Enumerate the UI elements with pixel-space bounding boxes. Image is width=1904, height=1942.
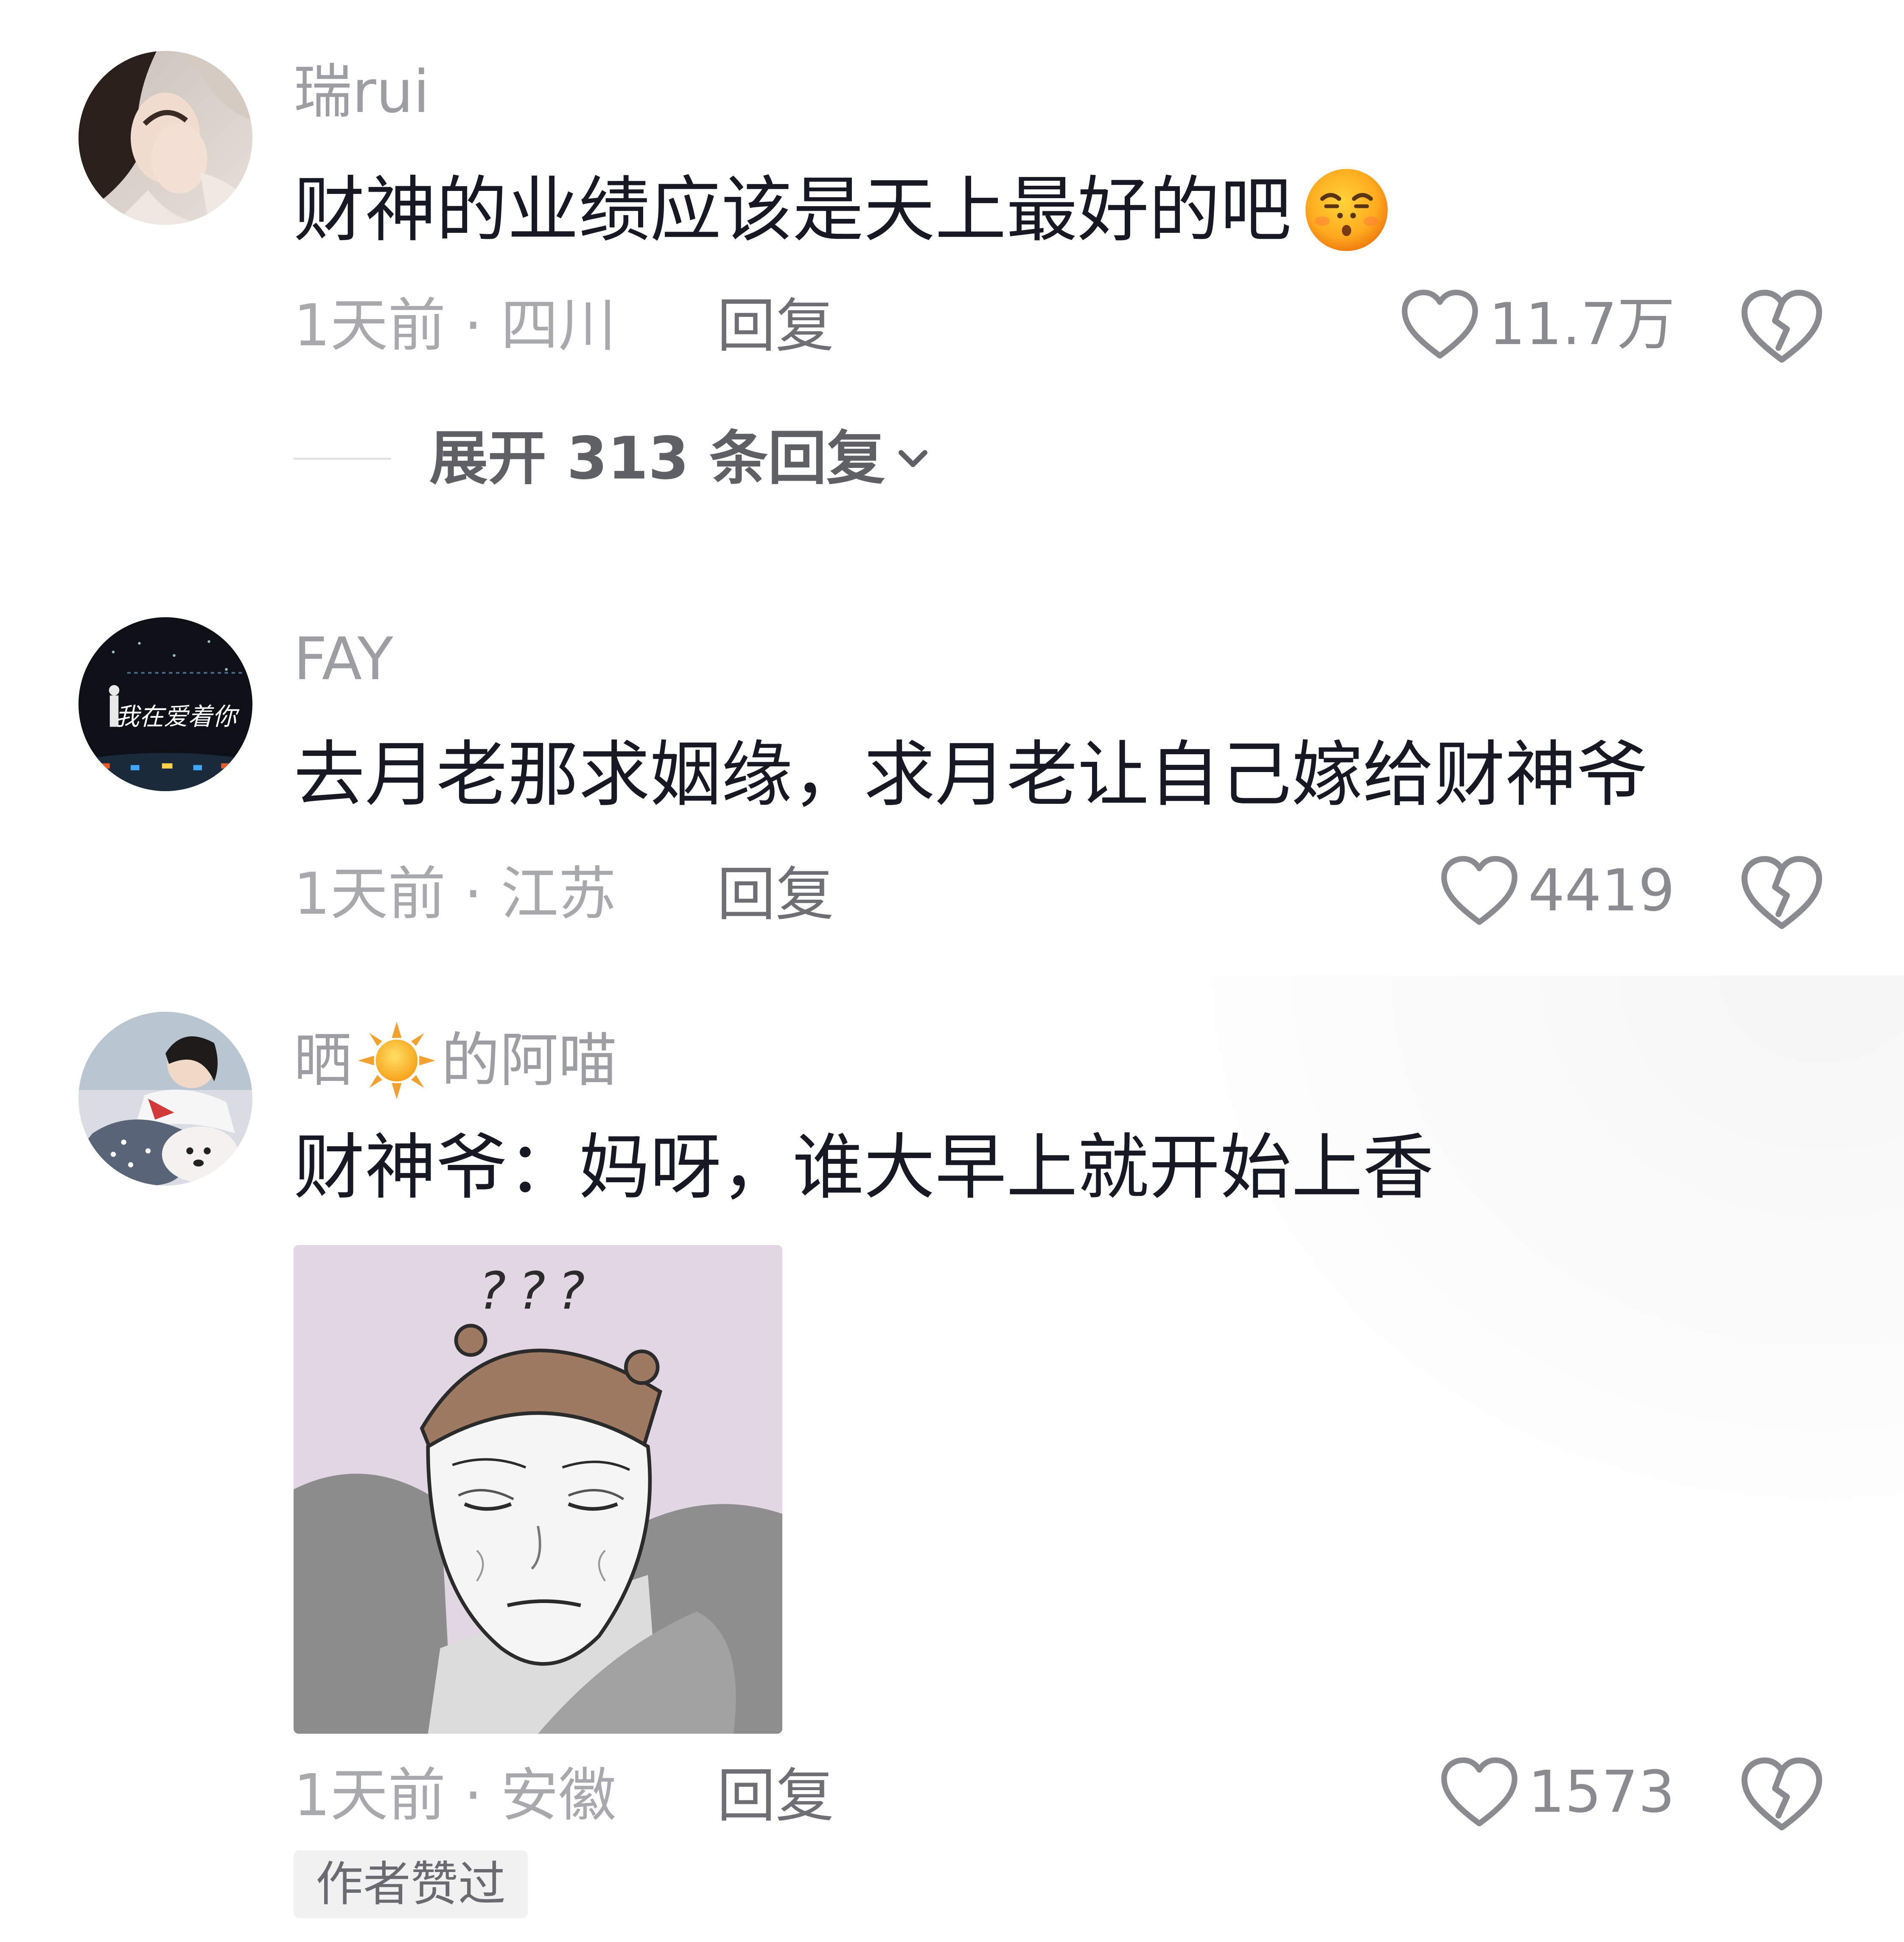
background-shade — [1082, 976, 1904, 1612]
like-count: 1573 — [1528, 1759, 1675, 1826]
username[interactable]: FAY — [294, 630, 393, 688]
username[interactable]: 瑞rui — [294, 63, 430, 121]
like-button[interactable]: 4419 — [1439, 855, 1675, 927]
avatar[interactable] — [78, 1012, 252, 1186]
reply-button[interactable]: 回复 — [717, 297, 834, 355]
comment-meta: 1天前 · 安徽 — [294, 1762, 616, 1829]
dislike-button[interactable] — [1739, 1754, 1824, 1835]
dislike-button[interactable] — [1739, 853, 1824, 933]
username-suffix: 的阿喵 — [441, 1026, 617, 1094]
sticker-question-marks: ??? — [479, 1261, 597, 1321]
author-liked-badge: 作者赞过 — [294, 1850, 528, 1918]
broken-heart-icon — [1742, 856, 1822, 929]
avatar-caption: 我在爱着你 — [115, 702, 240, 731]
avatar[interactable]: 我在爱着你 — [78, 617, 252, 791]
reply-button[interactable]: 回复 — [717, 865, 834, 924]
comment-meta: 1天前 · 江苏 — [294, 861, 616, 928]
heart-outline-icon — [1402, 289, 1478, 359]
comment-body: 去月老那求姻缘，求月老让自己嫁给财神爷 — [294, 733, 1648, 816]
username[interactable]: 晒 的阿喵 — [294, 1020, 617, 1101]
comment-text: 财神的业绩应该是天上最好的吧 — [294, 163, 1393, 257]
expand-replies-label[interactable]: 展开 313 条回复 — [429, 429, 885, 488]
username-prefix: 晒 — [294, 1026, 353, 1094]
like-count: 11.7万 — [1489, 291, 1675, 358]
expand-divider — [294, 457, 391, 460]
reply-button[interactable]: 回复 — [717, 1767, 834, 1825]
like-count: 4419 — [1528, 857, 1675, 924]
chevron-down-icon[interactable] — [892, 437, 934, 480]
heart-outline-icon — [1441, 856, 1518, 925]
avatar[interactable] — [78, 51, 252, 225]
heart-outline-icon — [1441, 1757, 1518, 1827]
comment-body: 财神的业绩应该是天上最好的吧 — [294, 168, 1291, 252]
smirk-face-emoji — [1300, 163, 1393, 257]
like-button[interactable]: 1573 — [1439, 1756, 1675, 1828]
broken-heart-icon — [1742, 1757, 1822, 1830]
sun-emoji — [356, 1020, 437, 1101]
dislike-button[interactable] — [1739, 286, 1824, 367]
expand-replies[interactable]: 展开 313 条回复 — [294, 429, 934, 488]
broken-heart-icon — [1742, 290, 1822, 363]
comment-body: 财神爷：妈呀，谁大早上就开始上香 — [294, 1126, 1434, 1209]
comment-meta: 1天前 · 四川 — [294, 292, 616, 359]
like-button[interactable]: 11.7万 — [1400, 288, 1675, 361]
sticker-image[interactable]: ??? — [294, 1245, 782, 1734]
